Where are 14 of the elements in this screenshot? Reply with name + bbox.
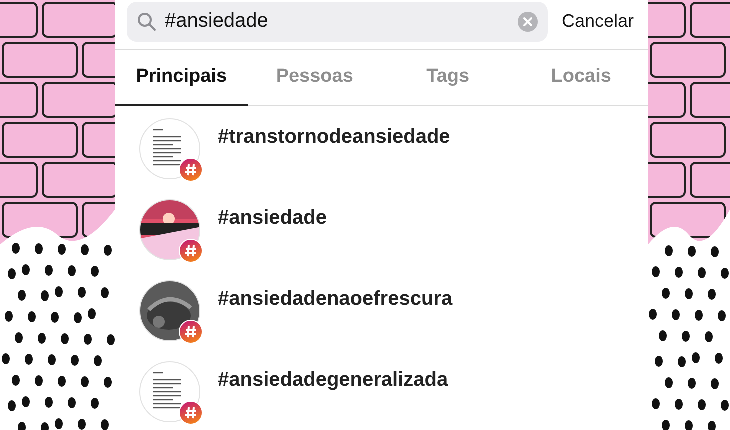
clear-icon[interactable]: [518, 12, 538, 32]
search-query: #ansiedade: [165, 10, 270, 34]
search-icon: [137, 12, 157, 32]
cancel-button[interactable]: Cancelar: [562, 11, 634, 32]
hashtag-title[interactable]: #ansiedadegeneralizada: [218, 368, 448, 430]
hashtag-title[interactable]: #ansiedade: [218, 206, 327, 268]
hashtag-badge-icon: [179, 158, 203, 182]
hashtag-badge-icon: [179, 320, 203, 344]
hashtag-badge-icon: [179, 238, 203, 263]
hashtag-title[interactable]: #ansiedadenaoefrescura: [218, 288, 453, 349]
hashtag-title[interactable]: #transtornodeansiedade: [218, 126, 450, 187]
tab[interactable]: Principais: [115, 50, 248, 106]
search-field[interactable]: #ansiedade: [127, 2, 548, 42]
hashtag-badge-icon: [179, 400, 203, 425]
